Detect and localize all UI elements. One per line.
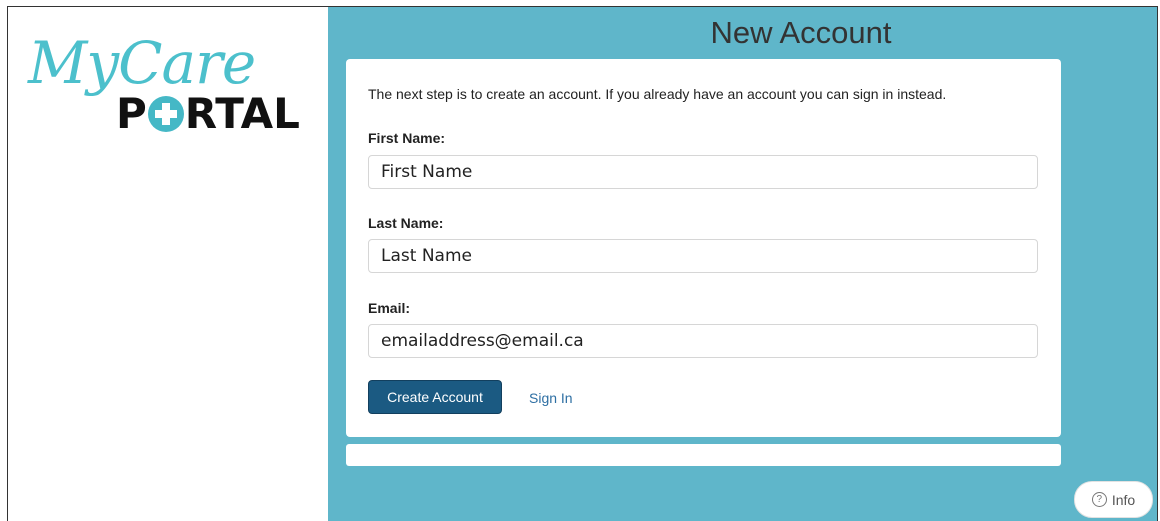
last-name-label: Last Name: bbox=[368, 215, 444, 231]
first-name-label: First Name: bbox=[368, 130, 446, 146]
new-account-card: The next step is to create an account. I… bbox=[346, 59, 1061, 437]
question-circle-icon: ? bbox=[1091, 492, 1107, 507]
right-panel: New Account The next step is to create a… bbox=[328, 7, 1157, 521]
logo-script-text: MyCare bbox=[28, 29, 256, 97]
logo-portal-text: P RTAL bbox=[116, 89, 300, 138]
last-name-field[interactable] bbox=[368, 239, 1038, 273]
sign-in-link[interactable]: Sign In bbox=[529, 390, 573, 406]
left-panel: MyCare P RTAL bbox=[8, 7, 327, 521]
intro-text: The next step is to create an account. I… bbox=[368, 86, 947, 102]
mycare-portal-logo: MyCare P RTAL bbox=[28, 29, 308, 139]
info-button[interactable]: ? Info bbox=[1074, 481, 1153, 518]
secondary-card bbox=[346, 444, 1061, 466]
email-label: Email: bbox=[368, 300, 411, 316]
info-label: Info bbox=[1111, 491, 1136, 508]
first-name-field[interactable] bbox=[368, 155, 1038, 189]
page-title: New Account bbox=[710, 15, 892, 50]
medical-plus-icon bbox=[147, 96, 184, 132]
create-account-button[interactable]: Create Account bbox=[368, 380, 502, 414]
email-field[interactable] bbox=[368, 324, 1038, 358]
